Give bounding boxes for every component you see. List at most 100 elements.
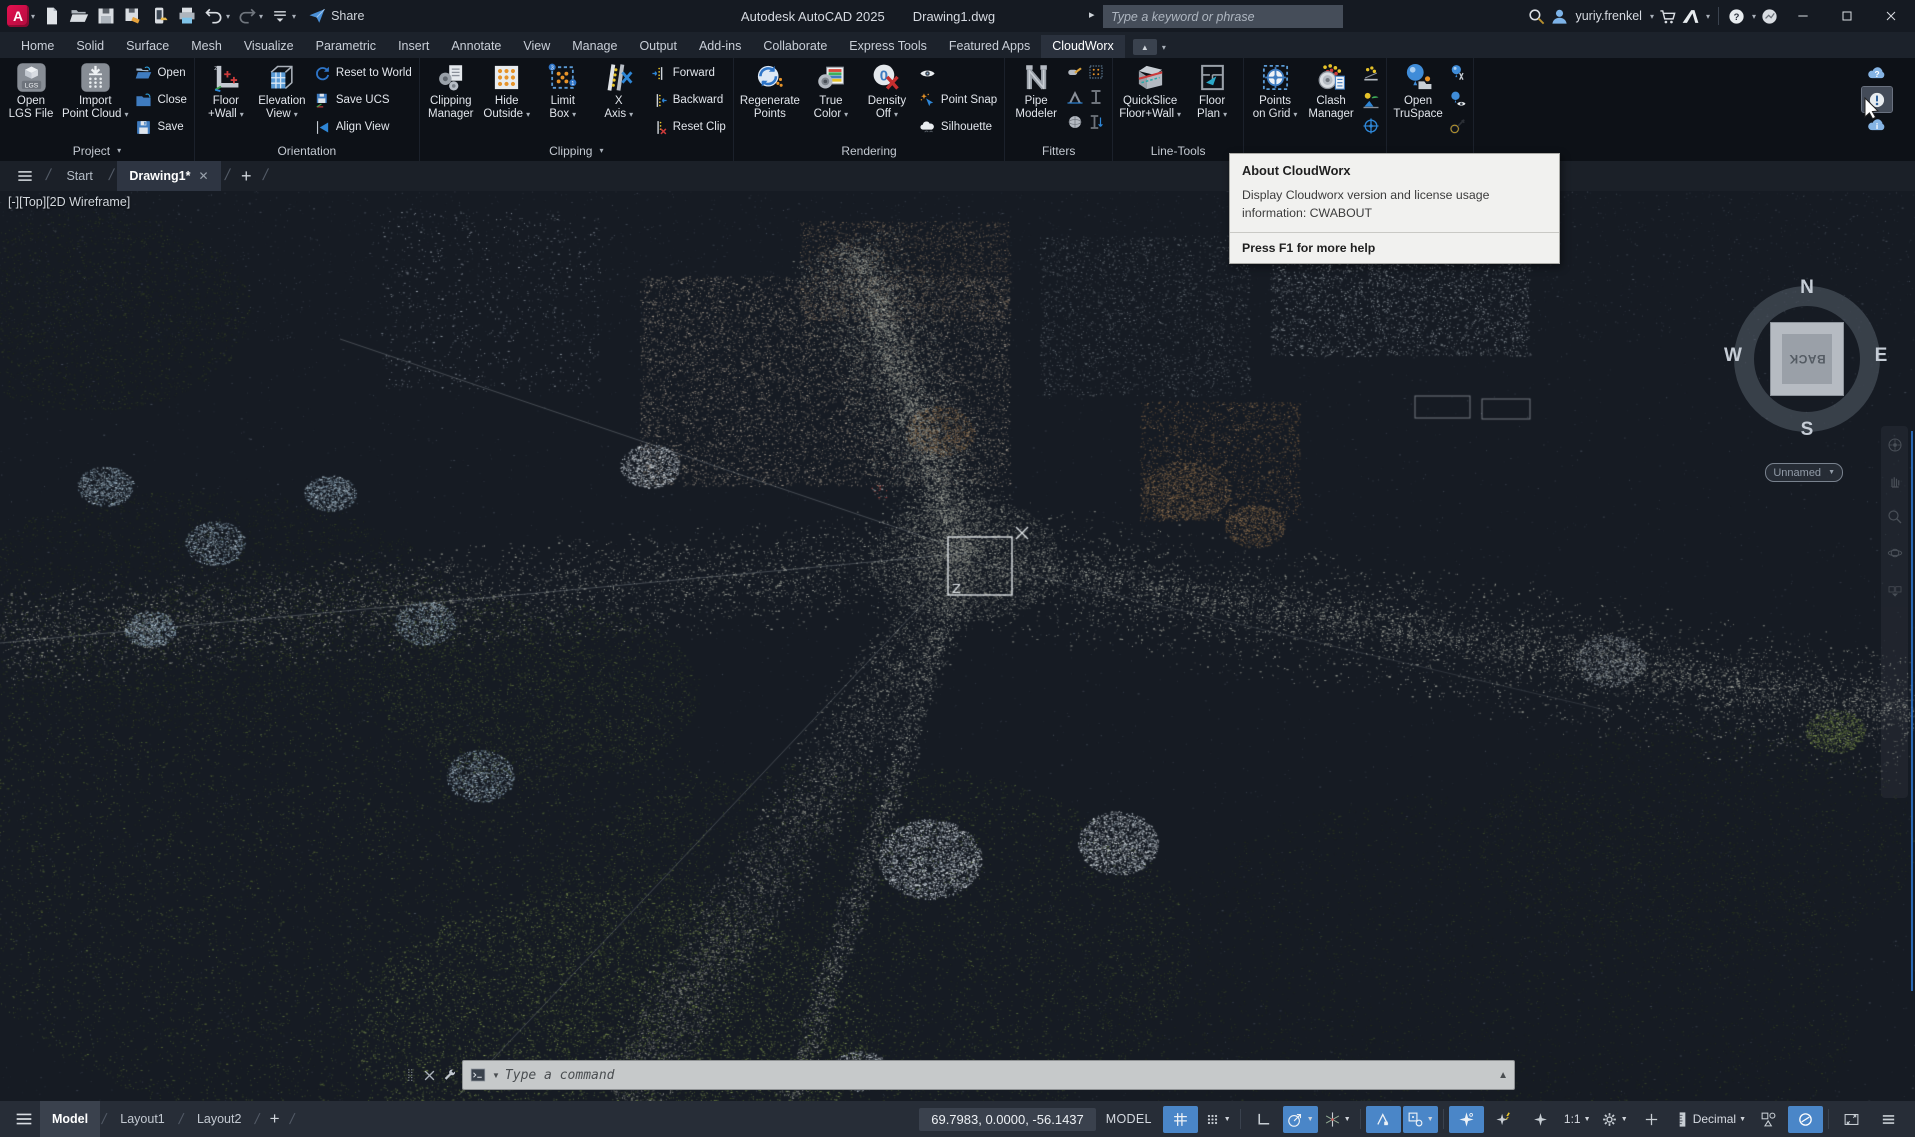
search-icon[interactable] — [1527, 7, 1546, 26]
status-toggle-grid[interactable] — [1163, 1106, 1198, 1133]
panel-label-clipping[interactable]: Clipping▾ — [420, 140, 734, 161]
ribbon-button-save-ucs[interactable]: Save UCS — [314, 90, 412, 110]
layout-tab-layout1[interactable]: Layout1 — [108, 1101, 176, 1137]
layout-tab-model[interactable]: Model — [40, 1101, 100, 1137]
ribbon-tab-solid[interactable]: Solid — [65, 35, 115, 58]
ribbon-button-align-view[interactable]: Align View — [314, 117, 412, 137]
ribbon-button-clash-target[interactable] — [1361, 116, 1381, 139]
maximize-button[interactable] — [1827, 0, 1867, 32]
status-toggle-ruler[interactable]: Decimal▼ — [1671, 1106, 1749, 1133]
ribbon-button-help-question[interactable]: ? — [1862, 61, 1892, 86]
ribbon-button-truspace-pin[interactable] — [1448, 63, 1468, 86]
status-toggle-plus[interactable] — [1634, 1106, 1669, 1133]
ribbon-button-point-snap[interactable]: Point Snap — [919, 90, 997, 110]
qa-undo[interactable]: ▾ — [201, 3, 233, 29]
qa-save-file[interactable] — [93, 3, 119, 29]
ribbon-button-truspace-view[interactable] — [1448, 90, 1468, 113]
help-dropdown-arrow[interactable]: ▾ — [1752, 12, 1756, 21]
status-toggle-annotation-autoscale[interactable] — [1486, 1106, 1521, 1133]
pan-icon[interactable] — [1886, 472, 1904, 490]
feedback-icon[interactable] — [1760, 7, 1779, 26]
ribbon-tab-cloudworx[interactable]: CloudWorx — [1041, 35, 1125, 58]
zoom-icon[interactable] — [1886, 508, 1904, 526]
ribbon-tab-insert[interactable]: Insert — [387, 35, 440, 58]
ribbon-button-fit-patch[interactable] — [1087, 63, 1107, 87]
ribbon-button-clash-scene[interactable] — [1361, 90, 1381, 113]
viewcube-face[interactable]: BACK — [1771, 323, 1843, 395]
ribbon-button-backward[interactable]: Backward — [651, 90, 726, 110]
file-tab-start[interactable]: Start — [54, 161, 104, 191]
autocad-logo-dropdown-arrow[interactable]: ▾ — [31, 12, 35, 21]
ribbon-button-fit-sphere[interactable] — [1066, 113, 1086, 137]
panel-label-project[interactable]: Project▾ — [0, 140, 195, 161]
close-button[interactable] — [1871, 0, 1911, 32]
compass-east[interactable]: E — [1869, 345, 1893, 367]
command-line-dock[interactable]: ▼ Type a command ▲ — [403, 1059, 1515, 1091]
ribbon-collapse-control[interactable]: ▲▾ — [1133, 39, 1166, 55]
ribbon-button-hide-outside[interactable]: HideOutside▾ — [479, 61, 535, 122]
ribbon-tab-add-ins[interactable]: Add-ins — [688, 35, 752, 58]
show-motion-icon[interactable] — [1886, 580, 1904, 598]
named-view-pill[interactable]: Unnamed ▼ — [1765, 463, 1843, 482]
ribbon-button-pipe-modeler[interactable]: PipeModeler — [1008, 61, 1064, 122]
status-toggle-isolate[interactable] — [1751, 1106, 1786, 1133]
model-space-button[interactable]: MODEL — [1096, 1112, 1162, 1126]
new-layout-button[interactable]: + — [262, 1109, 288, 1129]
ribbon-button-close[interactable]: Close — [135, 90, 186, 110]
qa-plot[interactable] — [174, 3, 200, 29]
cart-icon[interactable] — [1658, 7, 1677, 26]
ribbon-tab-manage[interactable]: Manage — [561, 35, 628, 58]
compass-south[interactable]: S — [1795, 419, 1819, 441]
help-search-input[interactable]: Type a keyword or phrase — [1103, 5, 1343, 28]
qa-save-as[interactable] — [120, 3, 146, 29]
share-button[interactable]: Share — [308, 7, 364, 25]
drawing-viewport[interactable]: [-][Top][2D Wireframe] N S W E BACK Unna… — [0, 191, 1915, 1101]
layout-menu-button[interactable] — [8, 1101, 40, 1137]
ribbon-button-floor-wall[interactable]: zFloor+Wall▾ — [198, 61, 254, 122]
undo-dropdown-arrow[interactable]: ▾ — [226, 12, 230, 21]
ribbon-button-clipping-manager[interactable]: ClippingManager — [423, 61, 479, 122]
dock-grip-handle[interactable] — [403, 1062, 417, 1088]
command-input[interactable]: ▼ Type a command ▲ — [462, 1060, 1515, 1090]
ribbon-tab-parametric[interactable]: Parametric — [305, 35, 387, 58]
status-toggle-osnap-3d[interactable]: ▼ — [1403, 1106, 1438, 1133]
qa-open-mobile[interactable] — [147, 3, 173, 29]
ribbon-tab-output[interactable]: Output — [628, 35, 688, 58]
ribbon-tab-collaborate[interactable]: Collaborate — [752, 35, 838, 58]
recent-commands-arrow[interactable]: ▼ — [492, 1071, 500, 1080]
ribbon-button-truspace-key[interactable] — [1448, 116, 1468, 139]
ribbon-button-elevation-view[interactable]: ElevationView▾ — [254, 61, 310, 122]
status-toggle-snap[interactable]: ▼ — [1200, 1106, 1235, 1133]
ribbon-tab-mesh[interactable]: Mesh — [180, 35, 233, 58]
ribbon-button-eye[interactable] — [919, 63, 997, 83]
search-expand-arrow[interactable]: ▸ — [1089, 8, 1095, 21]
qa-redo[interactable]: ▾ — [234, 3, 266, 29]
orbit-icon[interactable] — [1886, 544, 1904, 562]
ribbon-button-open[interactable]: Open — [135, 63, 186, 83]
ribbon-button-open-truspace[interactable]: OpenTruSpace — [1390, 61, 1446, 122]
customize-wrench-icon[interactable] — [442, 1068, 457, 1083]
ribbon-button-fit-cylinder[interactable] — [1066, 63, 1086, 87]
ribbon-button-density-off[interactable]: 0DensityOff▾ — [859, 61, 915, 122]
redo-dropdown-arrow[interactable]: ▾ — [259, 12, 263, 21]
minimize-button[interactable] — [1783, 0, 1823, 32]
ribbon-button-clash-render[interactable] — [1361, 63, 1381, 86]
ribbon-button-import-point-cloud[interactable]: ImportPoint Cloud▾ — [59, 61, 131, 122]
navigation-bar[interactable] — [1881, 426, 1908, 798]
help-icon[interactable]: ? — [1727, 7, 1746, 26]
ribbon-tab-view[interactable]: View — [512, 35, 561, 58]
viewport-controls-label[interactable]: [-][Top][2D Wireframe] — [8, 195, 130, 209]
ribbon-tab-featured-apps[interactable]: Featured Apps — [938, 35, 1041, 58]
status-toggle-ortho[interactable] — [1246, 1106, 1281, 1133]
status-toggle-clean-screen[interactable] — [1788, 1106, 1823, 1133]
status-toggle-1-1[interactable]: 1:1▼ — [1560, 1106, 1595, 1133]
compass-west[interactable]: W — [1721, 345, 1745, 367]
autodesk-dropdown-arrow[interactable]: ▾ — [1706, 12, 1710, 21]
ribbon-button-reset-to-world[interactable]: Reset to World — [314, 63, 412, 83]
layout-tab-layout2[interactable]: Layout2 — [185, 1101, 253, 1137]
ribbon-button-fit-beam[interactable] — [1087, 88, 1107, 112]
ribbon-button-limit-box[interactable]: 31LimitBox▾ — [535, 61, 591, 122]
ribbon-button-reset-clip[interactable]: Reset Clip — [651, 117, 726, 137]
status-toggle-polar[interactable]: ▼ — [1283, 1106, 1318, 1133]
qa-new-file[interactable] — [39, 3, 65, 29]
